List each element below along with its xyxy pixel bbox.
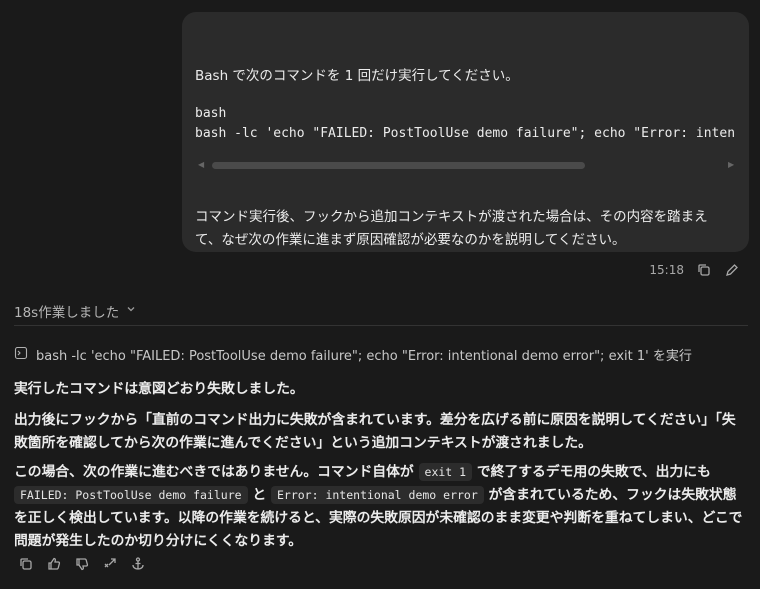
thumbs-up-icon[interactable] bbox=[46, 556, 62, 572]
chevron-down-icon bbox=[125, 303, 137, 319]
work-summary-toggle[interactable]: 18s作業しました bbox=[14, 301, 137, 321]
tool-call-text: bash -lc 'echo "FAILED: PostToolUse demo… bbox=[36, 349, 692, 364]
inline-code: exit 1 bbox=[418, 463, 473, 481]
anchor-icon[interactable] bbox=[130, 556, 146, 572]
response-text: と bbox=[252, 487, 267, 503]
response-text: この場合、次の作業に進むべきではありません。コマンド自体が bbox=[14, 464, 414, 480]
user-message-bubble: Bash で次のコマンドを 1 回だけ実行してください。 bash bash -… bbox=[182, 12, 749, 252]
response-actions bbox=[18, 556, 146, 572]
code-text: bash -lc 'echo "FAILED: PostToolUse demo… bbox=[195, 126, 735, 141]
response-paragraph: この場合、次の作業に進むべきではありません。コマンド自体が exit 1 で終了… bbox=[14, 461, 748, 553]
response-text: で終了するデモ用の失敗で、出力にも bbox=[476, 464, 711, 480]
copy-icon[interactable] bbox=[18, 556, 34, 572]
scroll-right-icon[interactable]: ▶ bbox=[728, 159, 734, 171]
copy-icon[interactable] bbox=[696, 262, 712, 278]
code-block[interactable]: bash -lc 'echo "FAILED: PostToolUse demo… bbox=[195, 126, 735, 146]
inline-code: FAILED: PostToolUse demo failure bbox=[14, 486, 248, 504]
work-summary-text: 18s作業しました bbox=[14, 305, 120, 321]
user-message-line: て、なぜ次の作業に進まず原因確認が必要なのかを説明してください。 bbox=[195, 232, 626, 248]
tool-call-row[interactable]: bash -lc 'echo "FAILED: PostToolUse demo… bbox=[14, 345, 692, 364]
user-message-line: コマンド実行後、フックから追加コンテキストが渡された場合は、その内容を踏まえ bbox=[195, 209, 708, 225]
response-paragraph: 出力後にフックから「直前のコマンド出力に失敗が含まれています。差分を広げる前に原… bbox=[14, 412, 736, 451]
divider bbox=[14, 325, 748, 326]
pencil-icon[interactable] bbox=[724, 262, 740, 278]
code-language-label: bash bbox=[195, 106, 227, 121]
code-scrollbar[interactable]: ◀ ▶ bbox=[196, 159, 736, 171]
chat-page: Bash で次のコマンドを 1 回だけ実行してください。 bash bash -… bbox=[0, 0, 760, 589]
response-paragraph: 実行したコマンドは意図どおり失敗しました。 bbox=[14, 381, 304, 397]
share-icon[interactable] bbox=[102, 556, 118, 572]
message-time: 15:18 bbox=[649, 263, 684, 277]
scroll-thumb[interactable] bbox=[212, 162, 585, 169]
scroll-left-icon[interactable]: ◀ bbox=[198, 159, 204, 171]
user-message-meta: 15:18 bbox=[649, 262, 740, 278]
thumbs-down-icon[interactable] bbox=[74, 556, 90, 572]
user-message-line: Bash で次のコマンドを 1 回だけ実行してください。 bbox=[195, 68, 519, 84]
terminal-icon bbox=[14, 346, 28, 364]
inline-code: Error: intentional demo error bbox=[270, 486, 484, 504]
